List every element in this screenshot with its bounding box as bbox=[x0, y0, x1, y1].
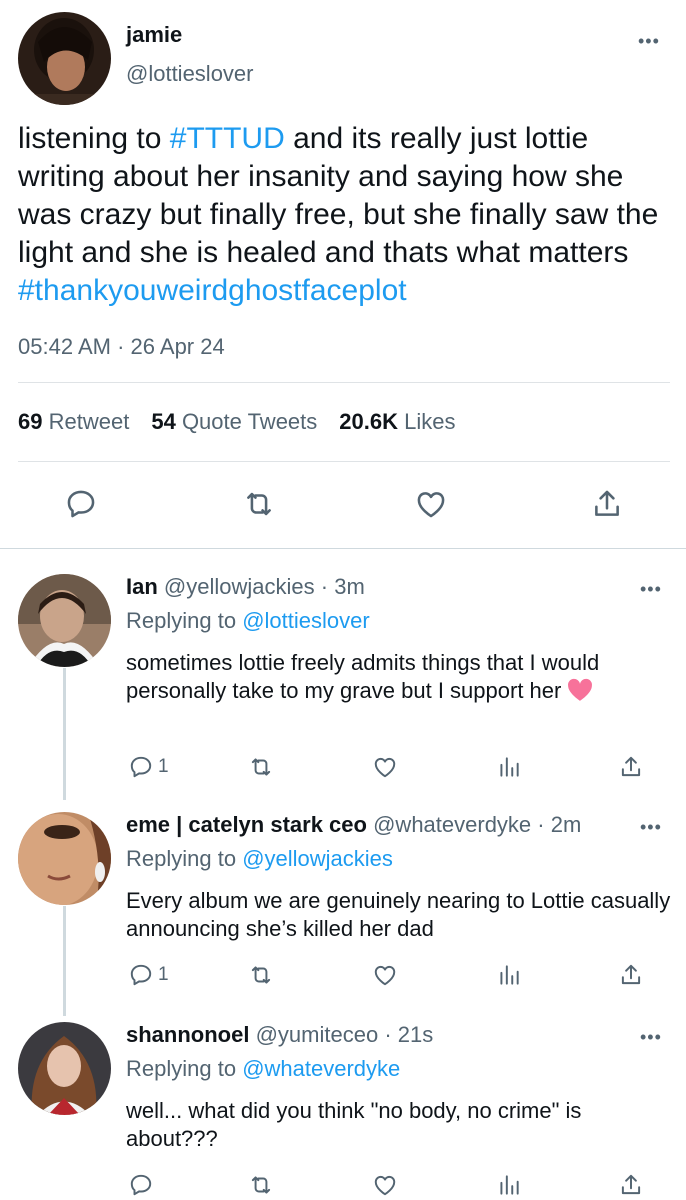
reply-time[interactable]: 2m bbox=[551, 812, 582, 837]
like-icon[interactable] bbox=[372, 1172, 398, 1198]
reply-text: sometimes lottie freely admits things th… bbox=[126, 649, 671, 705]
retweet-icon[interactable] bbox=[248, 962, 274, 988]
reply-icon bbox=[130, 964, 152, 986]
like-icon[interactable] bbox=[372, 962, 398, 988]
replying-label: Replying to bbox=[126, 608, 243, 633]
tweet-text: listening to #TTTUD and its really just … bbox=[18, 120, 678, 310]
retweet-icon[interactable] bbox=[242, 487, 276, 526]
author-name[interactable]: Ian bbox=[126, 574, 158, 599]
author-name[interactable]: shannonoel bbox=[126, 1022, 249, 1047]
author-name[interactable]: jamie bbox=[126, 22, 182, 48]
share-icon[interactable] bbox=[590, 487, 624, 526]
analytics-icon[interactable] bbox=[496, 754, 522, 780]
reply-header: eme | catelyn stark ceo @whateverdyke · … bbox=[126, 812, 581, 838]
likes-label: Likes bbox=[404, 409, 456, 434]
retweet-icon[interactable] bbox=[248, 1172, 274, 1198]
analytics-icon[interactable] bbox=[496, 962, 522, 988]
avatar[interactable] bbox=[18, 1022, 111, 1115]
pink-heart-icon bbox=[568, 678, 593, 701]
reply-text: well... what did you think "no body, no … bbox=[126, 1098, 582, 1151]
likes-count: 20.6K bbox=[339, 409, 398, 434]
reply-button[interactable]: 1 bbox=[128, 962, 169, 988]
analytics-icon[interactable] bbox=[496, 1172, 522, 1198]
reply-text: Every album we are genuinely nearing to … bbox=[126, 888, 671, 941]
author-handle[interactable]: @yellowjackies bbox=[164, 574, 315, 599]
tweet-date: 26 Apr 24 bbox=[130, 334, 225, 359]
divider bbox=[18, 382, 670, 383]
separator: · bbox=[537, 812, 545, 837]
separator: · bbox=[384, 1022, 392, 1047]
more-options-icon[interactable]: ••• bbox=[640, 818, 662, 836]
more-options-icon[interactable]: ••• bbox=[640, 1028, 662, 1046]
replying-to: Replying to @lottieslover bbox=[126, 608, 370, 634]
reply-icon bbox=[130, 1174, 152, 1196]
replying-label: Replying to bbox=[126, 846, 243, 871]
hashtag-link[interactable]: #TTTUD bbox=[170, 122, 285, 155]
reply-time[interactable]: 21s bbox=[398, 1022, 433, 1047]
share-icon[interactable] bbox=[618, 754, 644, 780]
tweet-time: 05:42 AM bbox=[18, 334, 111, 359]
reply-text-content: sometimes lottie freely admits things th… bbox=[126, 650, 600, 703]
mention-link[interactable]: @lottieslover bbox=[242, 608, 370, 633]
share-icon[interactable] bbox=[618, 962, 644, 988]
author-handle[interactable]: @lottieslover bbox=[126, 61, 254, 87]
like-icon[interactable] bbox=[414, 487, 448, 526]
more-options-icon[interactable]: ••• bbox=[638, 32, 660, 50]
separator: · bbox=[320, 574, 329, 599]
divider bbox=[18, 461, 670, 462]
reply-count: 1 bbox=[158, 964, 169, 985]
replying-to: Replying to @yellowjackies bbox=[126, 846, 393, 872]
reply-icon[interactable] bbox=[64, 487, 98, 526]
reply-header: Ian @yellowjackies · 3m bbox=[126, 574, 365, 600]
author-name[interactable]: eme | catelyn stark ceo bbox=[126, 812, 367, 837]
retweet-icon[interactable] bbox=[248, 754, 274, 780]
reply-count: 1 bbox=[158, 756, 169, 777]
main-tweet: jamie @lottieslover ••• listening to #TT… bbox=[0, 0, 686, 548]
more-options-icon[interactable]: ••• bbox=[640, 580, 662, 598]
reply-button[interactable]: 1 bbox=[128, 754, 169, 780]
thread-line bbox=[63, 668, 66, 800]
like-icon[interactable] bbox=[372, 754, 398, 780]
separator: · bbox=[117, 334, 125, 359]
reply-header: shannonoel @yumiteceo · 21s bbox=[126, 1022, 433, 1048]
reply-button[interactable] bbox=[128, 1172, 158, 1198]
section-divider bbox=[0, 548, 686, 549]
avatar[interactable] bbox=[18, 812, 111, 905]
tweet-timestamp[interactable]: 05:42 AM · 26 Apr 24 bbox=[18, 334, 225, 360]
thread-line bbox=[63, 906, 66, 1016]
tweet-stats: 69 Retweet 54 Quote Tweets 20.6K Likes bbox=[18, 409, 455, 435]
quote-count: 54 bbox=[151, 409, 176, 434]
retweet-label: Retweet bbox=[48, 409, 130, 434]
avatar[interactable] bbox=[18, 12, 111, 105]
author-handle[interactable]: @whateverdyke bbox=[373, 812, 531, 837]
hashtag-link[interactable]: #thankyouweirdghostfaceplot bbox=[18, 274, 407, 307]
reply-time[interactable]: 3m bbox=[334, 574, 365, 599]
mention-link[interactable]: @whateverdyke bbox=[242, 1056, 400, 1081]
replying-to: Replying to @whateverdyke bbox=[126, 1056, 400, 1082]
author-handle[interactable]: @yumiteceo bbox=[256, 1022, 379, 1047]
reply-icon bbox=[130, 756, 152, 778]
likes-stat[interactable]: 20.6K Likes bbox=[339, 409, 455, 434]
share-icon[interactable] bbox=[618, 1172, 644, 1198]
mention-link[interactable]: @yellowjackies bbox=[242, 846, 393, 871]
avatar[interactable] bbox=[18, 574, 111, 667]
retweet-stat[interactable]: 69 Retweet bbox=[18, 409, 129, 434]
quote-stat[interactable]: 54 Quote Tweets bbox=[151, 409, 317, 434]
replying-label: Replying to bbox=[126, 1056, 243, 1081]
retweet-count: 69 bbox=[18, 409, 43, 434]
quote-label: Quote Tweets bbox=[181, 409, 318, 434]
tweet-text-part: listening to bbox=[18, 122, 170, 155]
